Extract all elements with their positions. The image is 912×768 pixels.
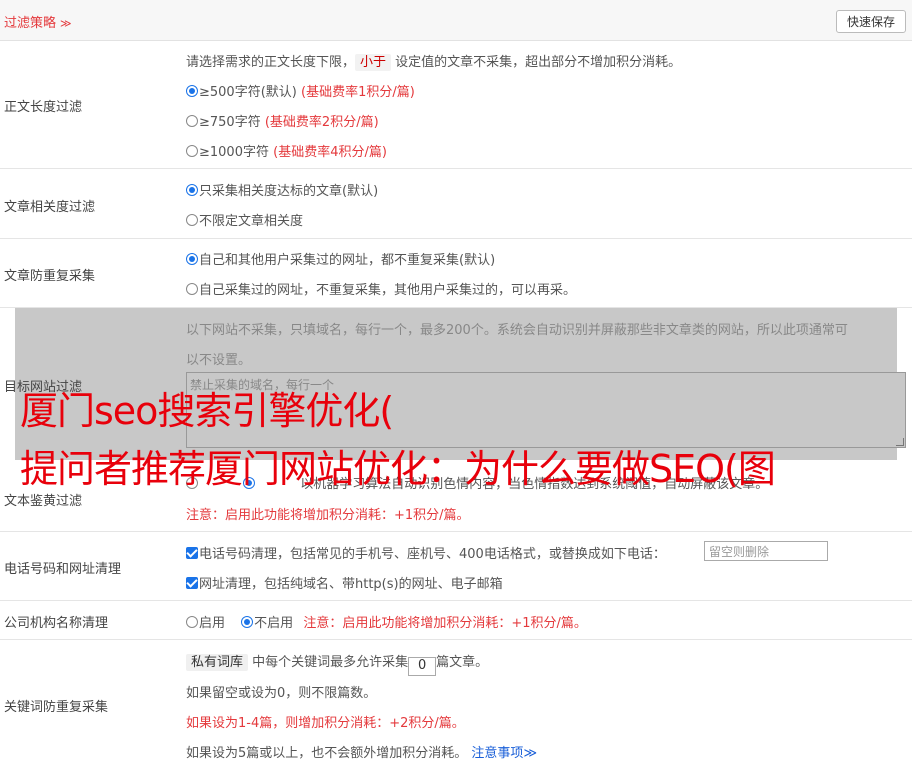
porn-filter-warning: 注意：启用此功能将增加积分消耗：+1积分/篇。 [186, 508, 470, 523]
hint-text: 请选择需求的正文长度下限， [186, 55, 356, 70]
keyword-dedupe-label: 关键词防重复采集 [4, 700, 109, 715]
checkbox-checked[interactable] [186, 577, 198, 589]
radio-unchecked[interactable] [186, 115, 198, 127]
org-clean-warning: 注意：启用此功能将增加积分消耗：+1积分/篇。 [303, 616, 587, 631]
org-clean-options[interactable]: 启用 不启用 注意：启用此功能将增加积分消耗：+1积分/篇。 [186, 612, 587, 631]
rate-note: (基础费率4积分/篇) [273, 145, 387, 160]
less-than-tag: 小于 [355, 54, 392, 71]
notice-link-text: 注意事项 [471, 746, 524, 761]
contact-clean-row: 电话号码和网址清理 电话号码清理，包括常见的手机号、座机号、400电话格式，或替… [0, 532, 912, 601]
site-filter-hint-1: 以下网站不采集，只填域名，每行一个，最多200个。系统会自动识别并屏蔽那些非文章… [186, 323, 848, 338]
filter-strategy-header: 过滤策略 ≫ 快速保存 [0, 0, 912, 41]
org-clean-row: 公司机构名称清理 启用 不启用 注意：启用此功能将增加积分消耗：+1积分/篇。 [0, 601, 912, 640]
hint-text: 设定值的文章不采集，超出部分不增加积分消耗。 [395, 55, 682, 70]
site-filter-hint-2: 以不设置。 [186, 353, 252, 368]
dedupe-row: 文章防重复采集 自己和其他用户采集过的网址，都不重复采集(默认) 自己采集过的网… [0, 239, 912, 308]
dedupe-option-all[interactable]: 自己和其他用户采集过的网址，都不重复采集(默认) [186, 249, 495, 268]
relevance-filter-label: 文章相关度过滤 [4, 200, 96, 215]
keyword-text: 中每个关键词最多允许采集 [252, 655, 409, 670]
replacement-phone-input[interactable]: 留空则删除 [704, 541, 828, 561]
dedupe-label: 文章防重复采集 [4, 269, 96, 284]
rate-note: (基础费率2积分/篇) [264, 115, 379, 130]
radio-unchecked[interactable] [186, 616, 198, 628]
resize-handle-icon[interactable] [896, 438, 904, 446]
watermark-line-1: 厦门seo搜索引擎优化( [20, 389, 394, 433]
length-option-500[interactable]: ≥500字符(默认) (基础费率1积分/篇) [186, 81, 415, 100]
length-option-750[interactable]: ≥750字符 (基础费率2积分/篇) [186, 111, 379, 130]
chevron-down-icon: ≫ [523, 746, 538, 761]
url-clean-option[interactable]: 网址清理，包括纯域名、带http(s)的网址、电子邮箱 [186, 573, 503, 592]
input-placeholder: 留空则删除 [709, 545, 770, 559]
radio-checked[interactable] [186, 85, 198, 97]
radio-unchecked[interactable] [186, 283, 198, 295]
keyword-rule-3: 如果设为5篇或以上，也不会额外增加积分消耗。 注意事项≫ [186, 742, 537, 761]
length-filter-label: 正文长度过滤 [4, 100, 83, 115]
radio-unchecked[interactable] [186, 145, 198, 157]
length-filter-row: 正文长度过滤 请选择需求的正文长度下限， 小于 设定值的文章不采集，超出部分不增加… [0, 41, 912, 169]
relevance-option-required[interactable]: 只采集相关度达标的文章(默认) [186, 180, 378, 199]
keyword-limit-line: 私有词库 中每个关键词最多允许采集 0 篇文章。 [186, 651, 488, 676]
length-filter-hint: 请选择需求的正文长度下限， 小于 设定值的文章不采集，超出部分不增加积分消耗。 [186, 51, 682, 71]
option-label: ≥500字符(默认) [199, 85, 297, 100]
option-label: 自己采集过的网址，不重复采集，其他用户采集过的，可以再采。 [199, 283, 577, 298]
relevance-option-unlimited[interactable]: 不限定文章相关度 [186, 210, 303, 229]
section-title[interactable]: 过滤策略 ≫ [4, 12, 72, 31]
contact-clean-label: 电话号码和网址清理 [4, 562, 122, 577]
radio-unchecked[interactable] [186, 214, 198, 226]
radio-checked[interactable] [186, 184, 198, 196]
radio-checked[interactable] [186, 253, 198, 265]
porn-filter-label: 文本鉴黄过滤 [4, 494, 83, 509]
option-label: ≥750字符 [199, 115, 261, 130]
private-lexicon-tag[interactable]: 私有词库 [186, 654, 249, 671]
option-label: 网址清理，包括纯域名、带http(s)的网址、电子邮箱 [199, 577, 503, 592]
option-label: 电话号码清理，包括常见的手机号、座机号、400电话格式，或替换成如下电话： [199, 547, 666, 562]
chevron-down-icon: ≫ [60, 17, 72, 30]
keyword-text: 篇文章。 [436, 655, 489, 670]
checkbox-checked[interactable] [186, 547, 198, 559]
keyword-limit-input[interactable]: 0 [408, 657, 437, 676]
option-label: 只采集相关度达标的文章(默认) [199, 184, 379, 199]
phone-clean-option[interactable]: 电话号码清理，包括常见的手机号、座机号、400电话格式，或替换成如下电话： [186, 543, 666, 562]
option-label: 不限定文章相关度 [199, 214, 304, 229]
notice-link[interactable]: 注意事项≫ [471, 746, 537, 761]
keyword-rule-text: 如果设为5篇或以上，也不会额外增加积分消耗。 [186, 746, 468, 761]
dedupe-option-self[interactable]: 自己采集过的网址，不重复采集，其他用户采集过的，可以再采。 [186, 279, 576, 298]
keyword-dedupe-row: 关键词防重复采集 私有词库 中每个关键词最多允许采集 0 篇文章。 如果留空或设为0… [0, 640, 912, 768]
option-label: ≥1000字符 [199, 145, 269, 160]
relevance-filter-row: 文章相关度过滤 只采集相关度达标的文章(默认) 不限定文章相关度 [0, 169, 912, 239]
radio-checked[interactable] [241, 616, 254, 628]
watermark-line-2: 提问者推荐厦门网站优化：为什么要做SEO(图 [20, 447, 776, 491]
section-title-text: 过滤策略 [4, 16, 57, 31]
option-label: 自己和其他用户采集过的网址，都不重复采集(默认) [199, 253, 496, 268]
enable-label: 启用 [199, 616, 226, 631]
keyword-rule-1: 如果留空或设为0，则不限篇数。 [186, 686, 377, 701]
keyword-rule-2: 如果设为1-4篇，则增加积分消耗：+2积分/篇。 [186, 716, 465, 731]
disable-label: 不启用 [254, 616, 294, 631]
quick-save-button[interactable]: 快速保存 [836, 10, 906, 33]
rate-note: (基础费率1积分/篇) [301, 85, 415, 100]
org-clean-label: 公司机构名称清理 [4, 616, 109, 631]
length-option-1000[interactable]: ≥1000字符 (基础费率4积分/篇) [186, 141, 387, 160]
